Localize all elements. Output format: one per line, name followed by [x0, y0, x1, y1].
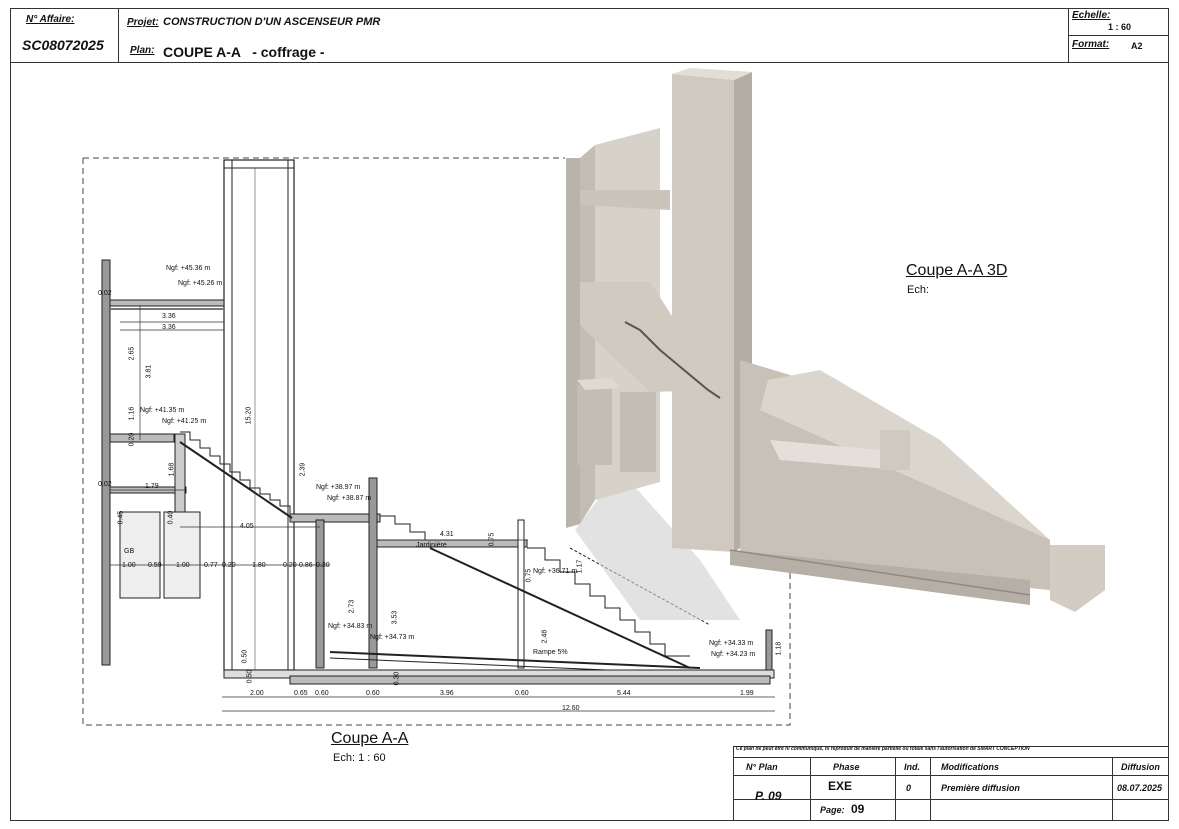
cartouche-notice: Ce plan ne peut être ni communiqué, ni r… — [736, 746, 1030, 752]
cartouche-header-modifications: Modifications — [941, 762, 999, 772]
cartouche-divider — [733, 775, 1169, 776]
ind-value: 0 — [906, 783, 912, 793]
section-3d-scale: Ech: — [907, 284, 930, 296]
cartouche-separator — [895, 757, 896, 821]
cartouche-header-diffusion: Diffusion — [1121, 762, 1160, 772]
page-number: 09 — [851, 802, 865, 816]
cartouche-separator — [930, 757, 931, 821]
section-3d-title: Coupe A-A 3D — [906, 262, 1008, 279]
cartouche-divider — [733, 799, 1169, 800]
diffusion-date: 08.07.2025 — [1117, 783, 1163, 793]
page-label: Page: — [820, 805, 845, 815]
cartouche-divider — [733, 757, 1169, 758]
phase-value: EXE — [828, 779, 853, 793]
modification-value: Première diffusion — [941, 783, 1020, 793]
section-3d-view — [566, 68, 1105, 620]
plan-number: P. 09 — [755, 789, 782, 803]
cartouche-header-ind: Ind. — [904, 762, 920, 772]
cartouche-separator — [1112, 757, 1113, 821]
cartouche-separator — [733, 746, 734, 821]
cartouche-header-plan: N° Plan — [746, 762, 778, 772]
cartouche-separator — [810, 757, 811, 821]
cartouche-header-phase: Phase — [833, 762, 860, 772]
